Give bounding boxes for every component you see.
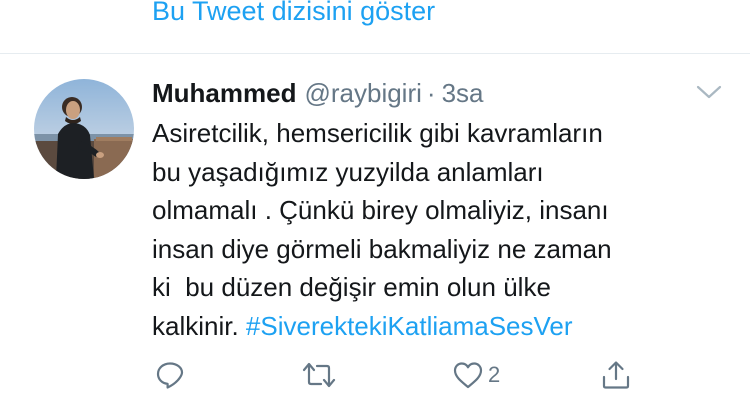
hashtag-link[interactable]: #SiverektekiKatliamaSesVer bbox=[246, 311, 573, 341]
like-count: 2 bbox=[488, 362, 501, 387]
avatar-photo bbox=[34, 79, 134, 179]
tweet-text-line: ki bu düzen değişir emin olun ülke bbox=[152, 272, 551, 303]
tweet-text-line: insan diye görmeli bakmaliyiz ne zaman bbox=[152, 233, 612, 264]
display-name[interactable]: Muhammed bbox=[152, 78, 296, 108]
separator-dot: · bbox=[426, 78, 436, 108]
user-handle[interactable]: @raybigiri bbox=[304, 78, 421, 108]
tweet-page: Bu Tweet dizisini göster Muhammed @raybi… bbox=[0, 0, 750, 406]
tweet-text-line: olmamalı . Çünkü birey olmaliyiz, insanı bbox=[152, 195, 609, 226]
tweet-text: Asiretcilik, hemsericilik gibi kavramlar… bbox=[152, 114, 732, 346]
chevron-down-icon[interactable] bbox=[696, 84, 722, 100]
tweet-header: Muhammed @raybigiri · 3sa bbox=[152, 76, 483, 110]
reply-icon bbox=[156, 362, 184, 389]
share-button[interactable] bbox=[600, 360, 632, 390]
timestamp[interactable]: 3sa bbox=[442, 78, 484, 108]
retweet-button[interactable] bbox=[302, 360, 336, 390]
avatar[interactable] bbox=[34, 79, 134, 179]
divider bbox=[0, 53, 750, 54]
retweet-icon bbox=[302, 362, 336, 388]
tweet-text-last-line: kalkinir. #SiverektekiKatliamaSesVer bbox=[152, 307, 732, 346]
reply-button[interactable] bbox=[155, 360, 185, 390]
like-button[interactable] bbox=[452, 360, 484, 390]
tweet-text-line: Asiretcilik, hemsericilik gibi kavramlar… bbox=[152, 118, 603, 148]
tweet-text-line: kalkinir. bbox=[152, 310, 246, 341]
heart-icon bbox=[453, 362, 483, 389]
share-icon bbox=[602, 361, 630, 389]
show-thread-link[interactable]: Bu Tweet dizisini göster bbox=[152, 0, 435, 29]
tweet-text-line: bu yaşadığımız yuzyilda anlamları bbox=[152, 156, 544, 187]
